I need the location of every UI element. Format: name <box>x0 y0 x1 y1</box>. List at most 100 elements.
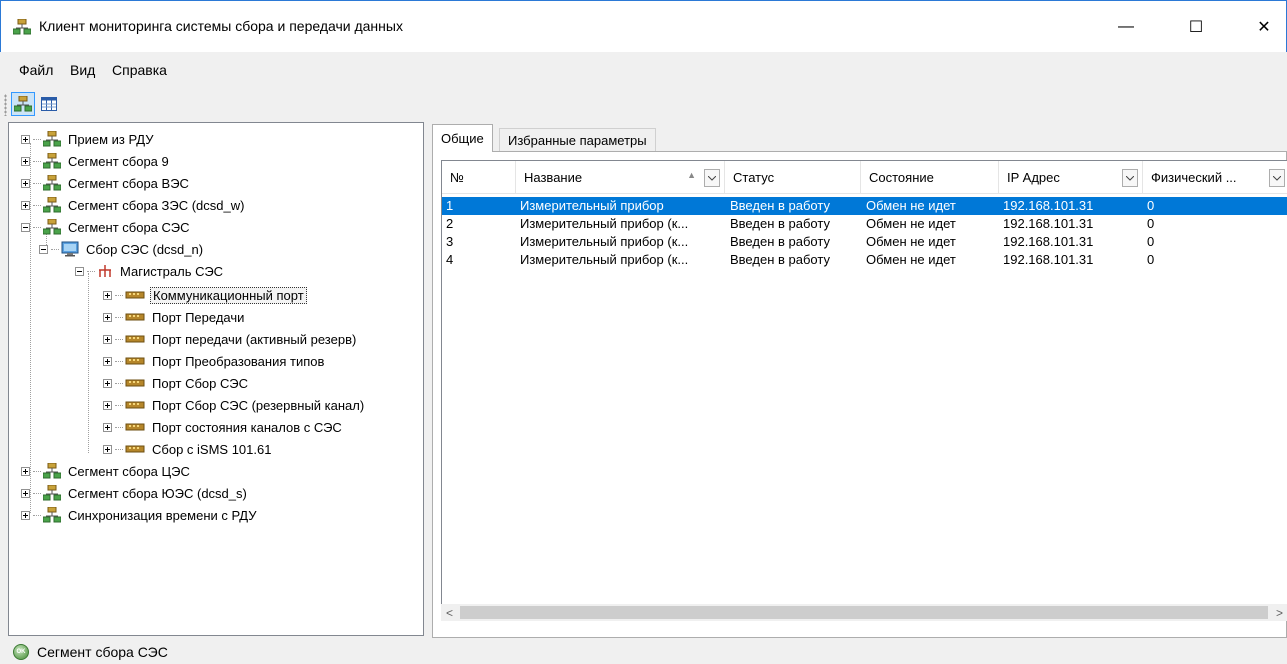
network-icon <box>43 463 61 479</box>
port-icon <box>125 400 145 410</box>
column-header-physical[interactable]: Физический ... <box>1143 161 1287 194</box>
expand-icon[interactable] <box>103 444 112 454</box>
tree-view-button[interactable] <box>11 92 35 116</box>
table-view-button[interactable] <box>37 92 61 116</box>
column-header-status[interactable]: Статус <box>725 161 861 194</box>
expand-icon[interactable] <box>21 178 30 188</box>
devices-table[interactable]: № Название ▲ Статус Состояние IP Адрес Ф… <box>441 160 1287 608</box>
expand-icon[interactable] <box>103 334 112 344</box>
tree-item-port-active-reserve[interactable]: Порт передачи (активный резерв) <box>103 329 358 349</box>
tree-item-port-type-conv[interactable]: Порт Преобразования типов <box>103 351 326 371</box>
cell-physical: 0 <box>1147 216 1155 231</box>
cell-physical: 0 <box>1147 234 1155 249</box>
cell-status: Введен в работу <box>730 198 830 213</box>
tree-item-segment-tses[interactable]: Сегмент сбора ЦЭС <box>21 461 192 481</box>
cell-number: 4 <box>446 252 454 267</box>
expand-icon[interactable] <box>21 156 30 166</box>
column-label: № <box>450 170 464 185</box>
expand-icon[interactable] <box>103 290 112 300</box>
tree-item-sbor-ses[interactable]: Сбор СЭС (dcsd_n) <box>39 239 205 259</box>
maximize-button[interactable]: ☐ <box>1173 1 1219 53</box>
table-row[interactable]: 3 Измерительный прибор (к... Введен в ра… <box>442 233 1287 251</box>
tree-item-label: Прием из РДУ <box>68 131 154 147</box>
port-icon <box>125 422 145 432</box>
expand-icon[interactable] <box>21 488 30 498</box>
column-label: Состояние <box>869 170 934 185</box>
tree-item-sbor-isms[interactable]: Сбор с iSMS 101.61 <box>103 439 273 459</box>
tree-item-label: Магистраль СЭС <box>120 263 224 279</box>
tree-item-label: Порт Передачи <box>152 309 245 325</box>
collapse-icon[interactable] <box>21 222 30 232</box>
tree-item-label: Порт Сбор СЭС (резервный канал) <box>152 397 365 413</box>
cell-physical: 0 <box>1147 198 1155 213</box>
table-view-icon <box>41 97 57 111</box>
network-icon <box>43 485 61 501</box>
menu-help[interactable]: Справка <box>112 62 167 78</box>
tree-item-segment-yues[interactable]: Сегмент сбора ЮЭС (dcsd_s) <box>21 483 249 503</box>
tree-panel[interactable]: Прием из РДУ Сегмент сбора 9 Сегмент сбо… <box>8 122 424 636</box>
tree-item-comm-port[interactable]: Коммуникационный порт <box>103 285 307 305</box>
tree-item-label: Сбор СЭС (dcsd_n) <box>86 241 204 257</box>
window-title: Клиент мониторинга системы сбора и перед… <box>39 18 403 34</box>
tree-item-label: Сегмент сбора ЗЭС (dcsd_w) <box>68 197 245 213</box>
menu-file[interactable]: Файл <box>19 62 53 78</box>
filter-dropdown-button[interactable] <box>704 169 720 187</box>
horizontal-scrollbar[interactable]: < > <box>441 604 1287 621</box>
expand-icon[interactable] <box>103 378 112 388</box>
cell-ip: 192.168.101.31 <box>1003 198 1094 213</box>
scrollbar-thumb[interactable] <box>460 606 1268 619</box>
column-label: IP Адрес <box>1007 170 1060 185</box>
port-icon <box>125 312 145 322</box>
tree-item-port-channel-state[interactable]: Порт состояния каналов с СЭС <box>103 417 344 437</box>
chevron-down-icon <box>1273 175 1281 181</box>
tree-item-label: Сегмент сбора ВЭС <box>68 175 189 191</box>
column-label: Статус <box>733 170 775 185</box>
column-header-number[interactable]: № <box>442 161 516 194</box>
tree-item-segment-ses[interactable]: Сегмент сбора СЭС <box>21 217 192 237</box>
network-icon <box>43 219 61 235</box>
tree-item-segment-zes[interactable]: Сегмент сбора ЗЭС (dcsd_w) <box>21 195 246 215</box>
network-icon <box>43 197 61 213</box>
tree-item-segment-ves[interactable]: Сегмент сбора ВЭС <box>21 173 191 193</box>
cell-status: Введен в работу <box>730 252 830 267</box>
tree-item-segment-9[interactable]: Сегмент сбора 9 <box>21 151 171 171</box>
tab-strip: Общие Избранные параметры <box>432 124 1287 152</box>
scroll-right-arrow[interactable]: > <box>1271 604 1287 621</box>
expand-icon[interactable] <box>21 466 30 476</box>
expand-icon[interactable] <box>103 356 112 366</box>
expand-icon[interactable] <box>103 312 112 322</box>
tree-item-magistral-ses[interactable]: Магистраль СЭС <box>75 261 225 281</box>
table-row[interactable]: 2 Измерительный прибор (к... Введен в ра… <box>442 215 1287 233</box>
column-header-ip[interactable]: IP Адрес <box>999 161 1143 194</box>
tree-item-time-sync[interactable]: Синхронизация времени с РДУ <box>21 505 259 525</box>
scroll-left-arrow[interactable]: < <box>441 604 458 621</box>
expand-icon[interactable] <box>21 510 30 520</box>
network-icon <box>43 175 61 191</box>
expand-icon[interactable] <box>21 200 30 210</box>
tab-favorite-params[interactable]: Избранные параметры <box>499 128 656 152</box>
table-row[interactable]: 4 Измерительный прибор (к... Введен в ра… <box>442 251 1287 269</box>
toolbar-grip[interactable] <box>4 94 7 116</box>
menu-view[interactable]: Вид <box>70 62 95 78</box>
collapse-icon[interactable] <box>75 266 84 276</box>
expand-icon[interactable] <box>103 422 112 432</box>
table-row[interactable]: 1 Измерительный прибор Введен в работу О… <box>442 197 1287 215</box>
cell-name: Измерительный прибор (к... <box>520 216 689 231</box>
filter-dropdown-button[interactable] <box>1122 169 1138 187</box>
column-header-state[interactable]: Состояние <box>861 161 999 194</box>
tree-item-port-peredachi[interactable]: Порт Передачи <box>103 307 246 327</box>
minimize-button[interactable]: — <box>1103 1 1149 53</box>
sort-ascending-icon: ▲ <box>687 170 696 180</box>
cell-state: Обмен не идет <box>866 216 956 231</box>
tree-item-port-sbor-ses[interactable]: Порт Сбор СЭС <box>103 373 250 393</box>
tree-item-priem-rdu[interactable]: Прием из РДУ <box>21 129 155 149</box>
cell-number: 3 <box>446 234 454 249</box>
expand-icon[interactable] <box>103 400 112 410</box>
tab-general[interactable]: Общие <box>432 124 493 152</box>
filter-dropdown-button[interactable] <box>1269 169 1285 187</box>
expand-icon[interactable] <box>21 134 30 144</box>
tree-item-port-sbor-ses-reserve[interactable]: Порт Сбор СЭС (резервный канал) <box>103 395 366 415</box>
collapse-icon[interactable] <box>39 244 48 254</box>
close-button[interactable]: ✕ <box>1241 1 1287 53</box>
column-header-name[interactable]: Название ▲ <box>516 161 725 194</box>
